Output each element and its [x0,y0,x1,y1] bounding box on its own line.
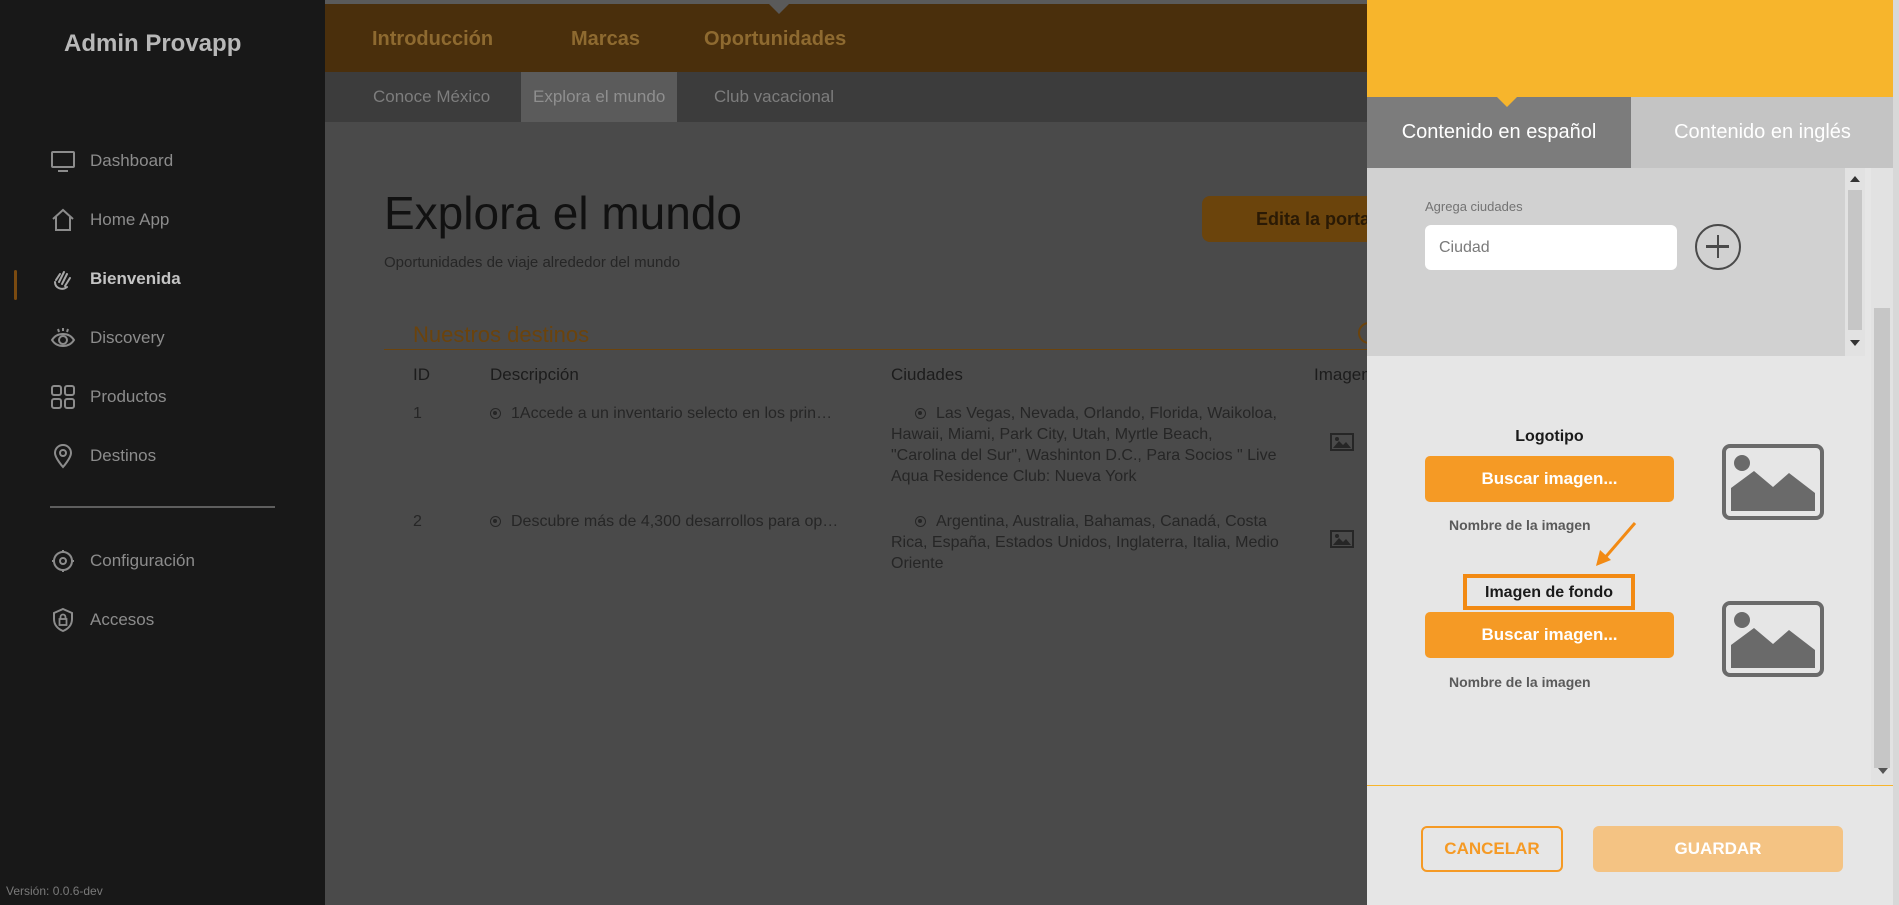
edit-cover-button[interactable]: Edita la portada [1202,196,1367,242]
tab-marcas[interactable]: Marcas [571,28,640,51]
tab-introduccion[interactable]: Introducción [372,28,493,51]
eye-icon [50,328,76,347]
row-2-cities: Argentina, Australia, Bahamas, Canadá, C… [891,511,1281,574]
panel-scrollbar-thumb[interactable] [1874,308,1890,768]
sidebar-item-bienvenida[interactable]: Bienvenida [50,266,181,292]
active-tab-caret [769,4,789,14]
sidebar-item-label: Productos [90,387,167,406]
sidebar-item-label: Destinos [90,446,157,465]
description-text: Descubre más de 4,300 desarrollos para o… [511,513,839,530]
column-header-image: Imagen [1314,365,1367,384]
page-title: Explora el mundo [384,187,742,239]
grid-icon [51,385,75,409]
gear-icon [52,550,74,572]
row-2-description: Descubre más de 4,300 desarrollos para o… [490,511,860,532]
inner-scrollbar-thumb[interactable] [1848,190,1862,330]
logo-search-button[interactable]: Buscar imagen... [1425,456,1674,502]
sidebar-item-label: Dashboard [90,151,174,170]
logo-image-placeholder-icon [1722,444,1824,520]
sidebar-item-label: Bienvenida [90,269,181,288]
page-subtitle: Oportunidades de viaje alrededor del mun… [384,254,681,271]
version-label: Versión: 0.0.6-dev [6,884,103,898]
sidebar-item-productos[interactable]: Productos [50,384,167,410]
panel-header [1367,0,1894,97]
add-city-icon[interactable] [1695,224,1741,270]
panel-scroll-down-arrow-icon[interactable] [1878,768,1888,774]
sidebar-item-label: Discovery [90,328,165,347]
row-2-id: 2 [413,513,422,530]
logo-filename: Nombre de la imagen [1449,517,1591,533]
waving-hand-icon [54,271,71,290]
section-title: Nuestros destinos [413,322,590,347]
cancel-button[interactable]: CANCELAR [1421,826,1563,872]
sidebar: Admin Provapp Dashboard Home App Bienven… [0,0,325,905]
background-image-label: Imagen de fondo [1485,584,1613,601]
radio-icon[interactable] [490,516,501,527]
edit-panel: Contenido en español Contenido en inglés… [1367,0,1899,905]
section-divider [384,349,1367,350]
background-filename: Nombre de la imagen [1449,674,1591,690]
monitor-icon [51,151,75,172]
footer-divider [1367,785,1894,786]
cities-text: Argentina, Australia, Bahamas, Canadá, C… [891,513,1279,572]
brand-title: Admin Provapp [64,30,242,57]
row-1-id: 1 [413,405,422,422]
home-icon [52,208,74,231]
tab-oportunidades[interactable]: Oportunidades [704,28,846,51]
logo-label: Logotipo [1515,428,1584,445]
sidebar-item-dashboard[interactable]: Dashboard [50,148,173,174]
scroll-up-arrow-icon[interactable] [1850,176,1860,182]
map-pin-icon [53,444,73,469]
sidebar-item-accesos[interactable]: Accesos [50,607,154,633]
sidebar-divider [50,506,275,508]
sidebar-item-destinos[interactable]: Destinos [50,443,156,469]
panel-tab-caret [1497,97,1517,107]
radio-icon [915,516,926,527]
column-header-cities: Ciudades [891,365,963,384]
image-icon[interactable] [1330,433,1354,451]
image-icon[interactable] [1330,530,1354,548]
row-1-description: 1Accede a un inventario selecto en los p… [490,403,860,424]
cities-text: Las Vegas, Nevada, Orlando, Florida, Wai… [891,405,1277,485]
sidebar-item-home-app[interactable]: Home App [50,207,169,233]
sidebar-item-label: Accesos [90,610,155,629]
subtab-conoce-mexico[interactable]: Conoce México [361,72,502,122]
subtab-explora-el-mundo[interactable]: Explora el mundo [521,72,678,122]
sidebar-item-label: Home App [90,210,170,229]
radio-icon [915,408,926,419]
top-nav: Introducción Marcas Oportunidades [325,0,1367,72]
sidebar-item-configuracion[interactable]: Configuración [50,548,195,574]
tab-contenido-espanol[interactable]: Contenido en español [1367,97,1631,168]
radio-icon[interactable] [490,408,501,419]
sub-nav: Conoce México Explora el mundo Club vaca… [325,72,1367,122]
tab-contenido-ingles[interactable]: Contenido en inglés [1631,97,1894,168]
active-indicator [14,270,17,300]
sidebar-item-discovery[interactable]: Discovery [50,325,165,351]
column-header-id: ID [413,365,430,384]
subtab-club-vacacional[interactable]: Club vacacional [702,72,846,122]
annotation-arrow-icon [1596,522,1637,566]
background-search-button[interactable]: Buscar imagen... [1425,612,1674,658]
row-1-cities: Las Vegas, Nevada, Orlando, Florida, Wai… [891,403,1281,487]
sidebar-item-label: Configuración [90,551,195,570]
save-button[interactable]: GUARDAR [1593,826,1843,872]
shield-lock-icon [53,607,73,633]
column-header-description: Descripción [490,365,579,384]
background-image-placeholder-icon [1722,601,1824,677]
description-text: 1Accede a un inventario selecto en los p… [511,405,833,422]
city-input[interactable] [1425,225,1677,270]
cities-label: Agrega ciudades [1425,199,1523,214]
page-scrollbar[interactable] [1893,0,1899,905]
scroll-down-arrow-icon[interactable] [1850,340,1860,346]
